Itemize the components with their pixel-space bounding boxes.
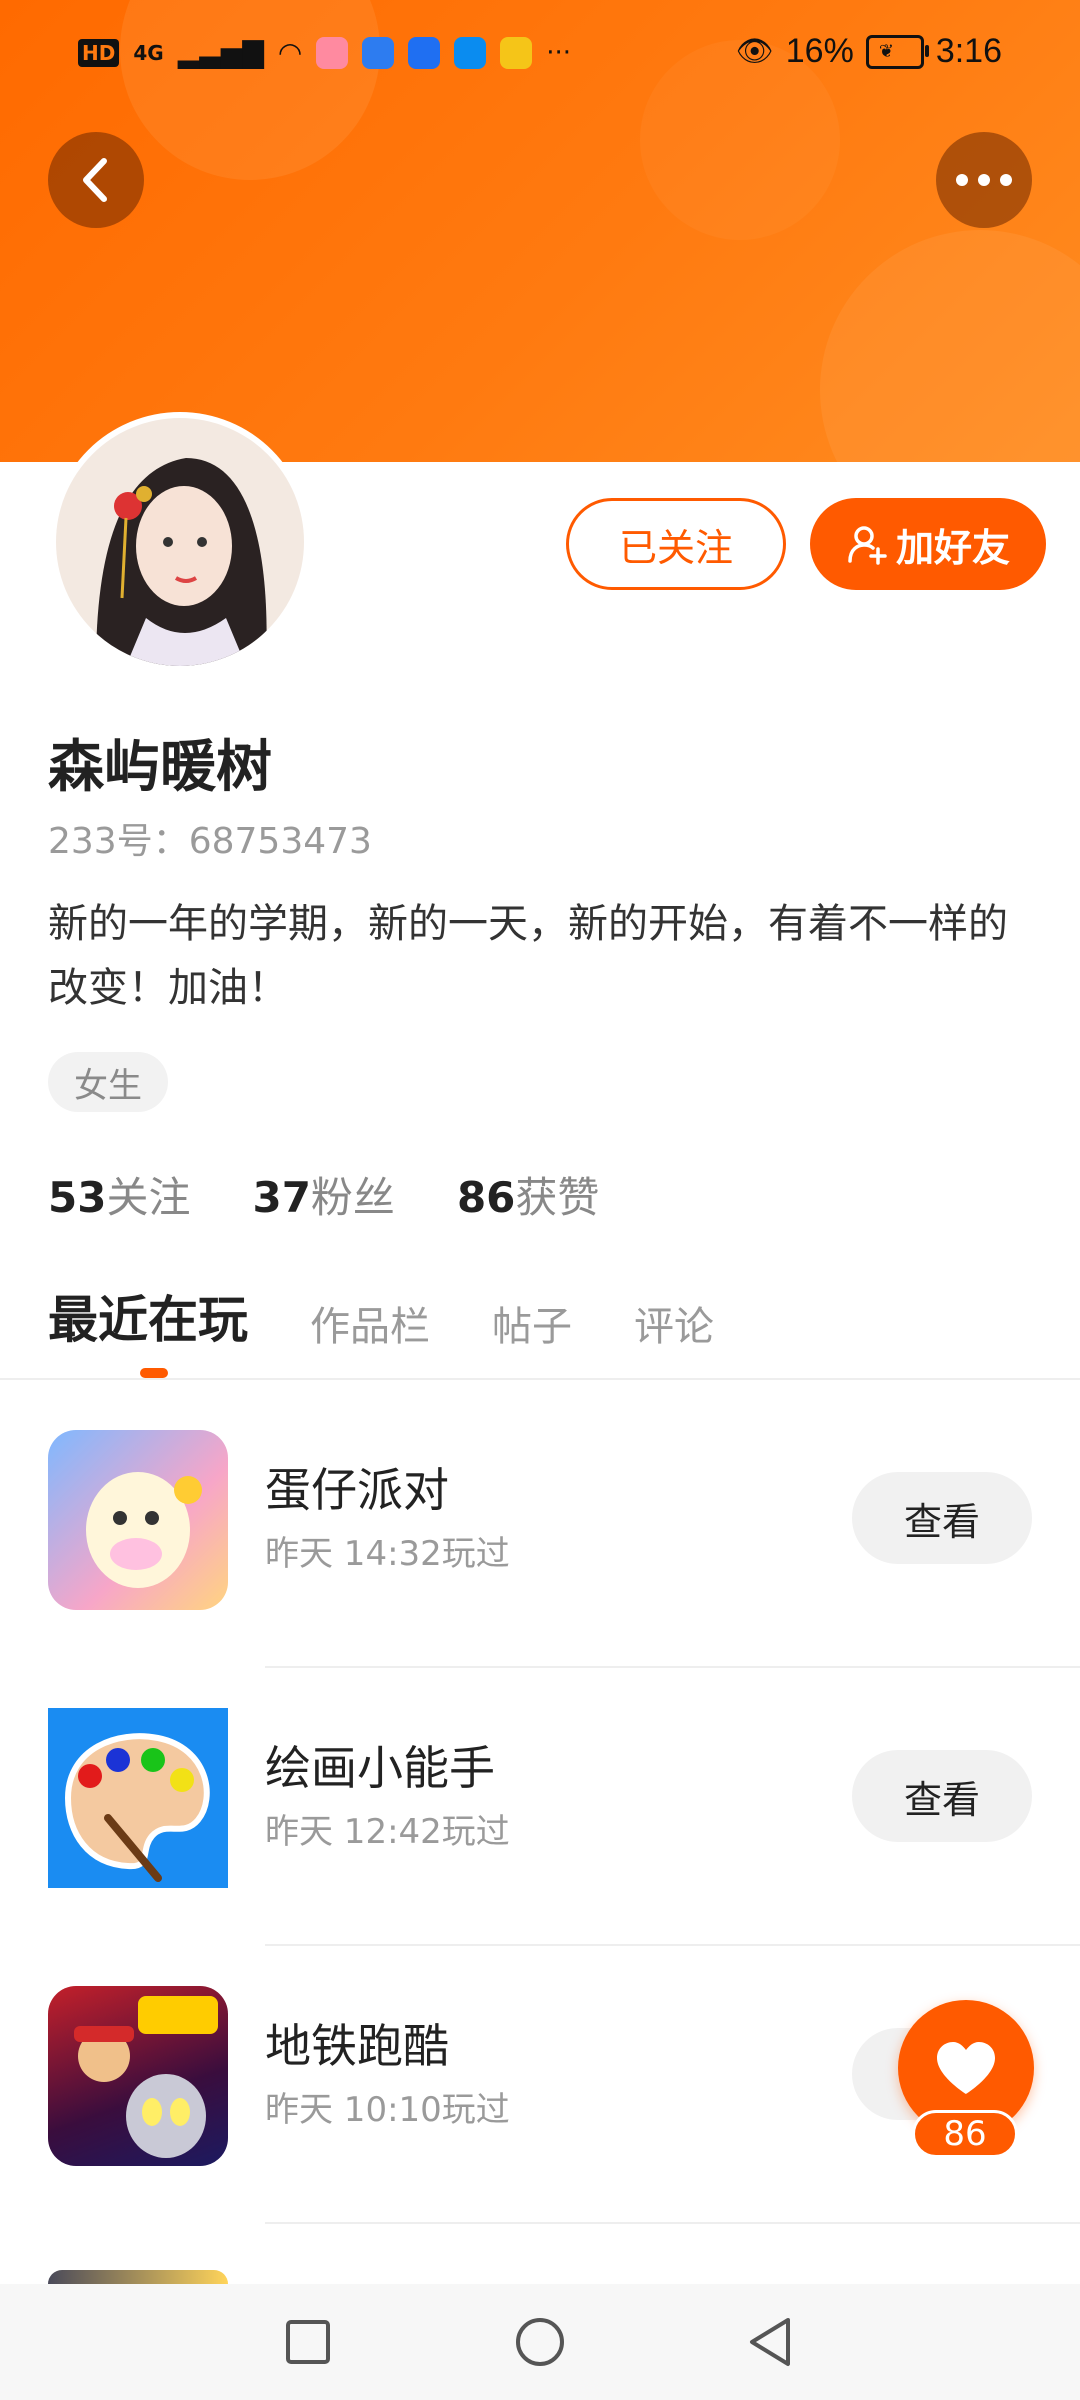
hd-indicator: HD	[78, 38, 120, 67]
triangle-back-icon	[750, 2318, 790, 2366]
signal-icon: ▂▃▅▇	[177, 36, 264, 69]
view-button[interactable]: 查看	[852, 1472, 1032, 1564]
gender-tag-label: 女生	[74, 1065, 142, 1106]
followers-count: 37	[252, 1173, 311, 1222]
network-indicator: 4G	[133, 40, 164, 65]
add-user-icon	[848, 526, 887, 565]
more-dots-icon	[956, 174, 1012, 186]
tab-recently-played[interactable]: 最近在玩	[48, 1280, 248, 1352]
status-bar: HD 4G ▂▃▅▇ ◠ ··· 👁 16% ❦ 3:16	[0, 28, 1080, 78]
tabs-divider	[0, 1378, 1080, 1380]
active-tab-indicator	[140, 1368, 168, 1378]
followed-label: 已关注	[618, 525, 733, 570]
app-notification-icon	[316, 36, 349, 69]
bio: 新的一年的学期，新的一天，新的开始，有着不一样的改变！加油！	[48, 901, 1008, 1011]
user-id: 233号：68753473	[48, 821, 372, 862]
subway-surfers-icon	[48, 1986, 228, 2166]
following-label: 关注	[106, 1173, 191, 1222]
eggy-party-icon	[48, 1430, 228, 1610]
gender-tag: 女生	[48, 1052, 168, 1112]
following-count: 53	[48, 1173, 107, 1222]
recent-apps-button[interactable]	[278, 2312, 338, 2372]
username: 森屿暖树	[48, 735, 272, 800]
game-name: 蛋仔派对	[265, 1463, 449, 1517]
back-nav-button[interactable]	[740, 2312, 800, 2372]
browser-notification-icon	[362, 36, 395, 69]
more-options-button[interactable]	[936, 132, 1032, 228]
heart-icon	[937, 2042, 995, 2094]
app2-notification-icon	[500, 36, 533, 69]
stat-following[interactable]: 53关注	[48, 1164, 190, 1225]
likes-label: 获赞	[515, 1173, 600, 1222]
search-notification-icon	[454, 36, 487, 69]
more-notifications-icon: ···	[546, 37, 572, 68]
eye-comfort-icon: 👁	[735, 35, 774, 68]
game-last-played: 昨天 10:10玩过	[265, 2090, 510, 2130]
battery-icon: ❦	[865, 34, 929, 69]
add-friend-button[interactable]: 加好友	[810, 498, 1046, 590]
game-name: 地铁跑酷	[265, 2019, 449, 2073]
chevron-left-icon	[83, 158, 107, 202]
battery-percent: 16%	[785, 32, 854, 70]
row-divider	[265, 2222, 1080, 2224]
avatar-image	[56, 418, 304, 666]
clock: 3:16	[935, 32, 1002, 70]
list-item[interactable]: 蛋仔派对 昨天 14:32玩过 查看	[0, 1390, 1080, 1668]
stat-likes[interactable]: 86获赞	[457, 1164, 599, 1225]
game-name: 绘画小能手	[265, 1741, 495, 1795]
list-item[interactable]: 绘画小能手 昨天 12:42玩过 查看	[0, 1668, 1080, 1946]
game-last-played: 昨天 14:32玩过	[265, 1534, 510, 1574]
like-count-badge: 86	[912, 2110, 1018, 2158]
stat-followers[interactable]: 37粉丝	[252, 1164, 394, 1225]
square-icon	[286, 2320, 330, 2364]
home-button[interactable]	[510, 2312, 570, 2372]
back-button[interactable]	[48, 132, 144, 228]
wifi-icon: ◠	[277, 36, 303, 69]
view-button[interactable]: 查看	[852, 1750, 1032, 1842]
stats-row: 53关注 37粉丝 86获赞	[48, 1164, 599, 1225]
followed-button[interactable]: 已关注	[566, 498, 786, 590]
tab-posts[interactable]: 帖子	[492, 1294, 572, 1352]
followers-label: 粉丝	[310, 1173, 395, 1222]
list-item-partial	[48, 2270, 228, 2284]
light-notification-icon	[408, 36, 441, 69]
circle-icon	[516, 2318, 564, 2366]
tab-comments[interactable]: 评论	[634, 1294, 714, 1352]
avatar[interactable]	[50, 412, 310, 672]
system-navigation-bar	[0, 2284, 1080, 2400]
profile-tabs: 最近在玩 作品栏 帖子 评论	[48, 1280, 714, 1352]
tab-works[interactable]: 作品栏	[310, 1294, 430, 1352]
game-last-played: 昨天 12:42玩过	[265, 1812, 510, 1852]
paint-palette-icon	[48, 1708, 228, 1888]
likes-count: 86	[456, 1173, 516, 1222]
add-friend-label: 加好友	[895, 525, 1010, 570]
